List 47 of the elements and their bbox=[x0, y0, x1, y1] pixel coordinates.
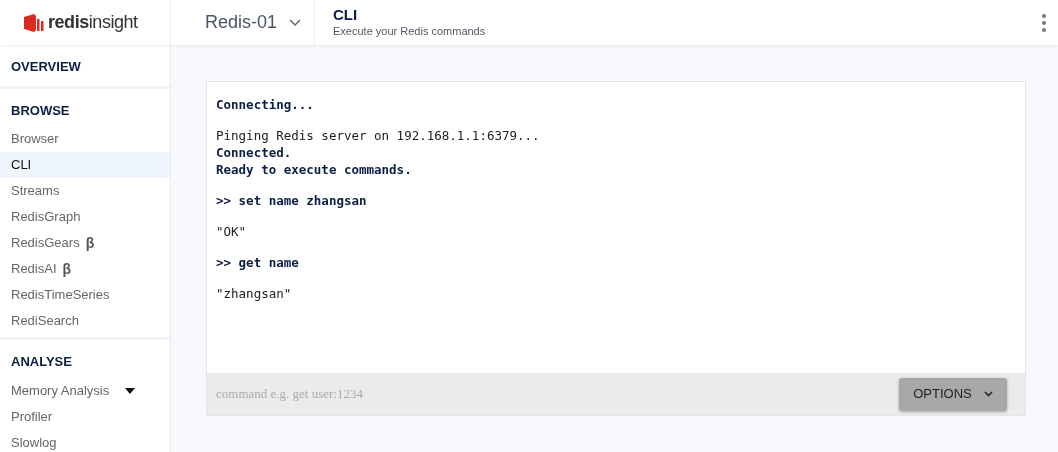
item-label: RedisGraph bbox=[11, 208, 81, 227]
terminal-line: Ready to execute commands. bbox=[216, 161, 413, 178]
sidebar-item[interactable]: RedisGears β bbox=[0, 230, 170, 256]
terminal-line: "OK" bbox=[216, 223, 248, 240]
section-heading: ANALYSE bbox=[10, 353, 73, 371]
terminal-line: "zhangsan" bbox=[216, 285, 293, 302]
options-button[interactable]: OPTIONS bbox=[899, 377, 1007, 411]
section-heading: OVERVIEW bbox=[10, 58, 82, 76]
sidebar-item[interactable]: RedisTimeSeries bbox=[0, 282, 170, 308]
section-heading: BROWSE bbox=[10, 101, 71, 120]
sidebar-item[interactable]: RediSearch bbox=[0, 308, 170, 334]
item-label: RediSearch bbox=[11, 312, 79, 331]
command-input[interactable]: command e.g. get user:1234 bbox=[216, 384, 899, 404]
sidebar-item[interactable]: Slowlog bbox=[0, 429, 170, 452]
item-label: RedisAI bbox=[11, 260, 57, 279]
item-label: RedisGears bbox=[11, 234, 80, 253]
beta-label: β bbox=[62, 259, 72, 279]
terminal-line: Connected. bbox=[216, 144, 293, 161]
sidebar-item[interactable]: Browser bbox=[0, 126, 170, 152]
item-label: Slowlog bbox=[11, 433, 57, 452]
terminal-line: Connecting... bbox=[216, 96, 315, 113]
sidebar-item[interactable]: Profiler bbox=[0, 403, 170, 430]
item-label: Profiler bbox=[11, 407, 53, 426]
sidebar-item[interactable]: RedisAI β bbox=[0, 256, 170, 282]
more-menu-icon[interactable] bbox=[1042, 13, 1046, 32]
terminal-line: Pinging Redis server on 192.168.1.1:6379... bbox=[216, 127, 541, 144]
page-title: CLI bbox=[333, 6, 359, 25]
caret-down-icon bbox=[125, 387, 136, 394]
item-label: Browser bbox=[11, 130, 59, 149]
sidebar-item[interactable]: CLI bbox=[0, 152, 170, 178]
command-bar[interactable]: command e.g. get user:1234 OPTIONS bbox=[207, 373, 1025, 415]
beta-label: β bbox=[85, 233, 95, 253]
chevron-down-icon bbox=[289, 18, 302, 27]
sidebar-item[interactable]: Streams bbox=[0, 178, 170, 204]
logo-icon bbox=[22, 12, 44, 33]
chevron-down-icon bbox=[983, 391, 993, 397]
sidebar-item[interactable]: RedisGraph bbox=[0, 204, 170, 230]
terminal-line: >> get name bbox=[216, 254, 300, 271]
logo-text: redisinsight bbox=[48, 11, 138, 34]
terminal-line: >> set name zhangsan bbox=[216, 192, 368, 209]
item-label: Streams bbox=[11, 182, 60, 201]
sidebar-item[interactable]: Memory Analysis bbox=[0, 377, 170, 404]
page-subtitle: Execute your Redis commands bbox=[333, 25, 487, 39]
item-label: CLI bbox=[11, 156, 32, 175]
item-label: RedisTimeSeries bbox=[11, 286, 110, 305]
item-label: Memory Analysis bbox=[11, 381, 110, 400]
database-selector[interactable]: Redis-01 bbox=[171, 0, 315, 45]
